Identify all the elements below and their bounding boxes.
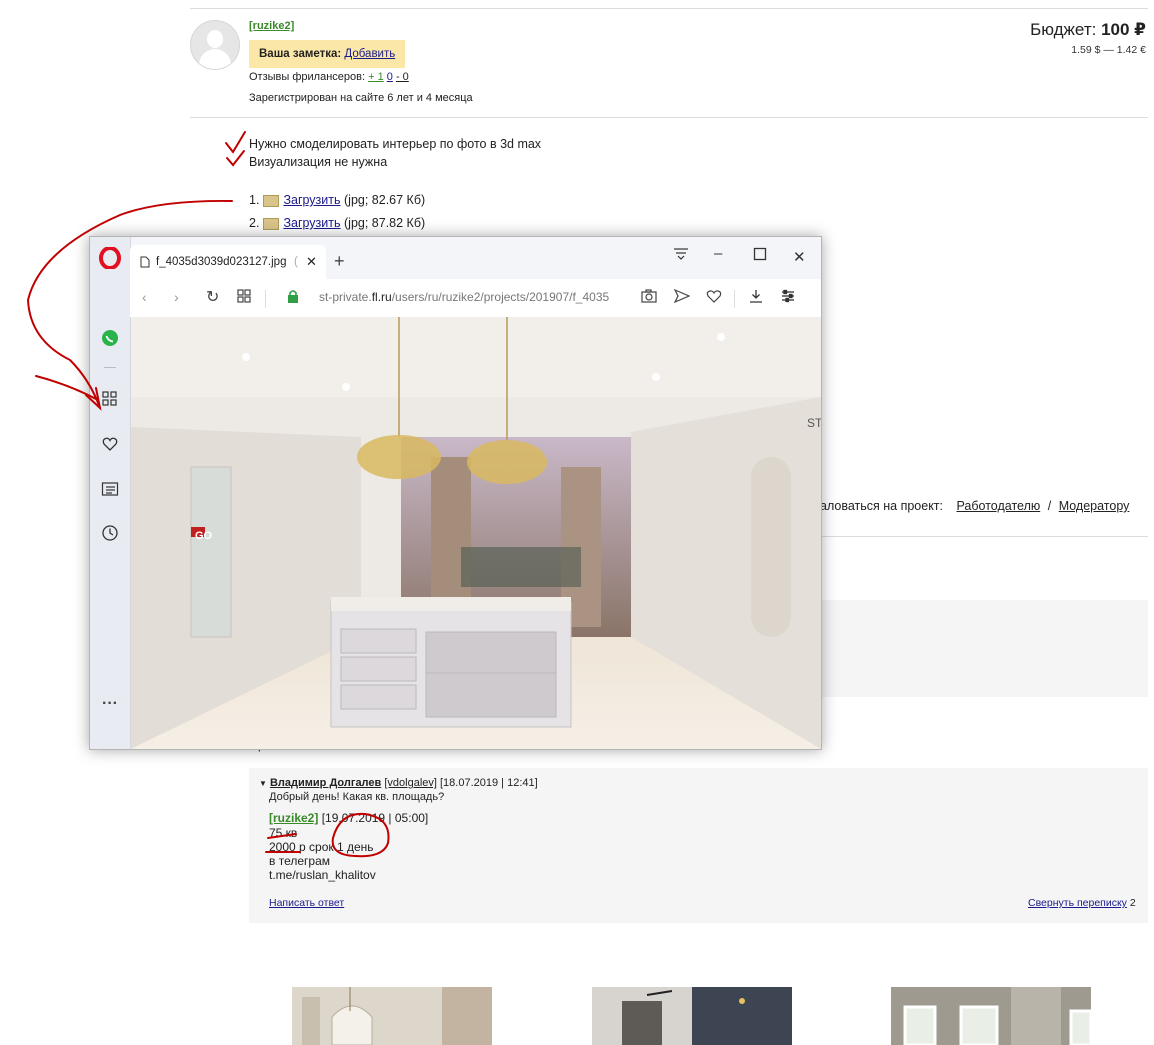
jpg-file-icon — [263, 194, 280, 207]
tabs-overview-icon[interactable] — [237, 289, 251, 306]
collapse-thread-link[interactable]: Свернуть переписку — [1028, 897, 1127, 909]
portfolio-thumb-1[interactable] — [292, 987, 492, 1045]
bookmark-heart-icon[interactable] — [706, 289, 722, 306]
address-bar: ‹ › ↻ st-private.fl.ru/users/ru/ruzike2/… — [130, 279, 821, 318]
sidebar-divider — [104, 367, 116, 368]
more-icon[interactable]: ··· — [100, 696, 120, 713]
tab-close-icon[interactable]: ✕ — [306, 245, 317, 279]
desc-line-1: Нужно смоделировать интерьер по фото в 3… — [249, 137, 542, 151]
reply-line-3: в телеграм — [269, 854, 330, 868]
jpg-file-icon — [263, 217, 280, 230]
file-num: 1. — [249, 193, 260, 207]
news-icon[interactable] — [101, 480, 119, 498]
collapse-triangle-icon[interactable]: ▼ — [259, 779, 267, 788]
window-close-icon[interactable]: ✕ — [793, 248, 806, 266]
file-download-link[interactable]: Загрузить — [283, 193, 340, 207]
back-icon[interactable]: ‹ — [142, 289, 147, 305]
comment-date: [18.07.2019 | 12:41] — [440, 777, 538, 789]
note-box: Ваша заметка: Добавить — [249, 40, 405, 68]
reviews-negative[interactable]: - 0 — [396, 71, 409, 83]
minimize-icon[interactable]: – — [714, 245, 722, 262]
collapse-count: 2 — [1129, 897, 1136, 909]
desc-line-2: Визуализация не нужна — [249, 155, 388, 169]
reply-line-4: t.me/ruslan_khalitov — [269, 868, 376, 882]
write-reply-link[interactable]: Написать ответ — [269, 897, 344, 909]
file-download-link[interactable]: Загрузить — [283, 216, 340, 230]
budget: Бюджет: 100 ₽ — [1030, 20, 1146, 40]
send-icon[interactable] — [673, 288, 691, 306]
reviews-label: Отзывы фрилансеров: — [249, 71, 366, 83]
reply-header: [ruzike2] [19.07.2019 | 05:00] — [269, 811, 428, 825]
complain-row: аловаться на проект: Работодателю / Моде… — [820, 499, 1129, 513]
url-input[interactable]: st-private.fl.ru/users/ru/ruzike2/projec… — [319, 290, 639, 304]
new-tab-icon[interactable]: + — [334, 251, 345, 271]
budget-label: Бюджет: — [1030, 20, 1097, 39]
reviews-neutral[interactable]: 0 — [387, 71, 393, 83]
top-divider — [190, 8, 1148, 9]
heart-icon[interactable] — [101, 435, 119, 453]
note-add-link[interactable]: Добавить — [344, 48, 395, 60]
file-meta: (jpg; 82.67 Кб) — [344, 193, 426, 207]
checkmark-2 — [226, 150, 245, 167]
snapshot-icon[interactable] — [641, 289, 657, 306]
username-link[interactable]: [ruzike2] — [249, 20, 294, 32]
file-item-1: 1. Загрузить (jpg; 82.67 Кб) — [249, 193, 425, 207]
budget-value: 100 ₽ — [1101, 20, 1146, 39]
tab-title: f_4035d3039d023127.jpg — [156, 256, 287, 268]
browser-sidebar: ··· — [90, 237, 131, 749]
header-divider — [190, 117, 1148, 118]
file-item-2: 2. Загрузить (jpg; 87.82 Кб) — [249, 216, 425, 230]
portfolio-thumb-2[interactable] — [592, 987, 792, 1045]
file-meta: (jpg; 87.82 Кб) — [344, 216, 426, 230]
reload-icon[interactable]: ↻ — [206, 287, 219, 307]
whatsapp-icon[interactable] — [100, 328, 120, 348]
lock-icon[interactable] — [287, 289, 299, 306]
photo-sign-left: GO — [195, 530, 213, 542]
file-icon — [140, 245, 150, 279]
browser-window[interactable]: ··· f_4035d3039d023127.jpg ( ✕ + – ✕ ‹ ›… — [89, 236, 823, 750]
note-label: Ваша заметка: — [259, 48, 342, 60]
download-icon[interactable] — [749, 289, 763, 306]
comment-author[interactable]: Владимир Долгалев — [270, 777, 381, 789]
comment-message: Добрый день! Какая кв. площадь? — [269, 791, 445, 803]
reply-login[interactable]: [ruzike2] — [269, 811, 318, 825]
easy-setup-icon[interactable] — [781, 289, 795, 306]
collapse-thread: Свернуть переписку 2 — [1028, 897, 1136, 909]
history-icon[interactable] — [101, 524, 119, 542]
complain-separator: / — [1047, 499, 1052, 513]
offer-panel — [820, 600, 1148, 697]
comment-header: ▼ Владимир Долгалев [vdolgalev] [18.07.2… — [259, 777, 538, 789]
reply-date: [19.07.2019 | 05:00] — [321, 811, 429, 825]
photo-sign-right: ST — [807, 416, 821, 430]
portfolio-thumb-3[interactable] — [891, 987, 1091, 1045]
forward-icon[interactable]: › — [174, 289, 179, 305]
reply-line-1: 75 кв — [269, 826, 298, 840]
complain-employer-link[interactable]: Работодателю — [957, 499, 1041, 513]
url-domain: fl.ru — [371, 290, 392, 304]
comment-author-login[interactable]: [vdolgalev] — [384, 777, 437, 789]
speed-dial-icon[interactable] — [101, 390, 119, 408]
avatar[interactable] — [190, 20, 240, 70]
interior-photo[interactable]: GO ST — [131, 317, 823, 749]
checkmark-1 — [225, 131, 246, 154]
complain-moderator-link[interactable]: Модератору — [1059, 499, 1130, 513]
complain-divider — [820, 536, 1148, 537]
complain-label: аловаться на проект: — [820, 499, 944, 513]
reply-line-2: 2000 р срок 1 день — [269, 840, 374, 854]
maximize-icon[interactable] — [753, 247, 767, 265]
file-num: 2. — [249, 216, 260, 230]
url-prefix: st-private. — [319, 290, 372, 304]
reviews-positive[interactable]: + 1 — [368, 71, 384, 83]
opera-logo-icon[interactable] — [99, 246, 121, 270]
tab-image[interactable]: f_4035d3039d023127.jpg ( ✕ — [130, 245, 326, 279]
budget-rates: 1.59 $ — 1.42 € — [1071, 44, 1146, 56]
url-path: /users/ru/ruzike2/projects/201907/f_4035 — [391, 290, 610, 304]
reviews-row: Отзывы фрилансеров: + 1 0 - 0 — [249, 71, 409, 83]
tab-title-tail: ( — [294, 256, 298, 268]
tab-menu-icon[interactable] — [673, 247, 689, 265]
registered-text: Зарегистрирован на сайте 6 лет и 4 месяц… — [249, 92, 473, 104]
